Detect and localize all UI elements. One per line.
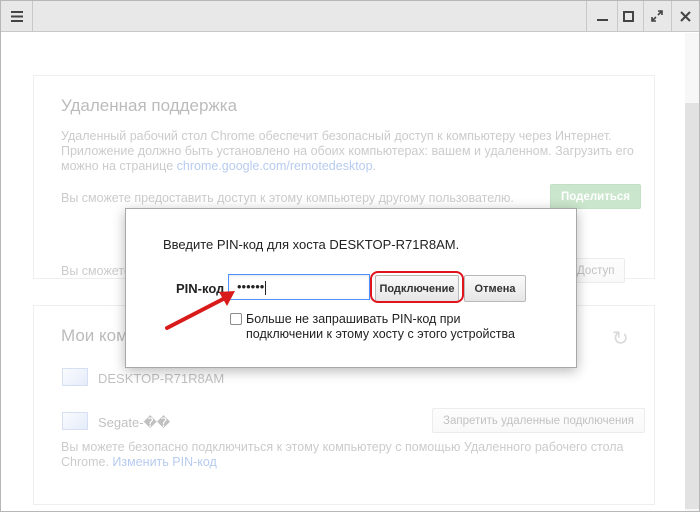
pin-label: PIN-код xyxy=(176,281,225,296)
description-text: . xyxy=(372,159,377,173)
description-line: Приложение должно быть установлено на об… xyxy=(61,144,634,158)
remote-support-title: Удаленная поддержка xyxy=(61,96,238,115)
minimize-icon[interactable] xyxy=(589,3,615,29)
monitor-icon xyxy=(62,368,88,386)
pin-input[interactable]: •••••• xyxy=(228,274,370,300)
access-text: Вы сможете xyxy=(61,264,131,278)
monitor-icon xyxy=(62,412,88,430)
footer-line: Chrome. Изменить PIN-код xyxy=(61,455,651,470)
host-name[interactable]: DESKTOP-R71R8AM xyxy=(98,371,224,386)
cancel-button[interactable]: Отмена xyxy=(464,275,526,302)
checkbox-label-line: подключении к этому хосту с этого устрой… xyxy=(246,327,515,341)
description-text: можно на странице xyxy=(61,159,177,173)
refresh-icon[interactable]: ↻ xyxy=(612,326,629,351)
change-pin-link[interactable]: Изменить PIN-код xyxy=(112,455,216,469)
remember-pin-checkbox[interactable] xyxy=(230,313,242,325)
pin-dialog: Введите PIN-код для хоста DESKTOP-R71R8A… xyxy=(125,208,577,368)
highlight-ring xyxy=(370,271,464,303)
host-name[interactable]: Segate-�� xyxy=(98,415,170,430)
title-bar-separator xyxy=(32,1,33,32)
app-window: Удаленная поддержка Удаленный рабочий ст… xyxy=(0,0,700,512)
my-computers-footer: Вы можете безопасно подключиться к этому… xyxy=(61,440,651,470)
scrollbar-thumb[interactable] xyxy=(685,103,699,509)
description-line: можно на странице chrome.google.com/remo… xyxy=(61,159,651,174)
text-caret xyxy=(265,280,267,295)
title-bar xyxy=(1,1,699,32)
remember-pin-label[interactable]: Больше не запрашивать PIN-код при подклю… xyxy=(246,312,546,342)
remote-support-description: Удаленный рабочий стол Chrome обеспечит … xyxy=(61,129,651,174)
checkbox-label-line: Больше не запрашивать PIN-код при xyxy=(246,312,461,326)
remotedesktop-link[interactable]: chrome.google.com/remotedesktop xyxy=(177,159,373,173)
pin-prompt: Введите PIN-код для хоста DESKTOP-R71R8A… xyxy=(163,237,460,252)
title-bar-separator xyxy=(586,1,587,32)
pin-value: •••••• xyxy=(237,279,265,294)
disable-remote-connections-button[interactable]: Запретить удаленные подключения xyxy=(432,408,645,433)
hamburger-menu-icon[interactable] xyxy=(4,3,30,29)
share-button[interactable]: Поделиться xyxy=(550,184,642,209)
fullscreen-icon[interactable] xyxy=(644,3,670,29)
footer-text: Chrome. xyxy=(61,455,113,469)
close-icon[interactable] xyxy=(672,3,698,29)
footer-line: Вы можете безопасно подключиться к этому… xyxy=(61,440,624,454)
share-text: Вы сможете предоставить доступ к этому к… xyxy=(61,191,514,205)
maximize-icon[interactable] xyxy=(615,3,641,29)
description-line: Удаленный рабочий стол Chrome обеспечит … xyxy=(61,129,612,143)
